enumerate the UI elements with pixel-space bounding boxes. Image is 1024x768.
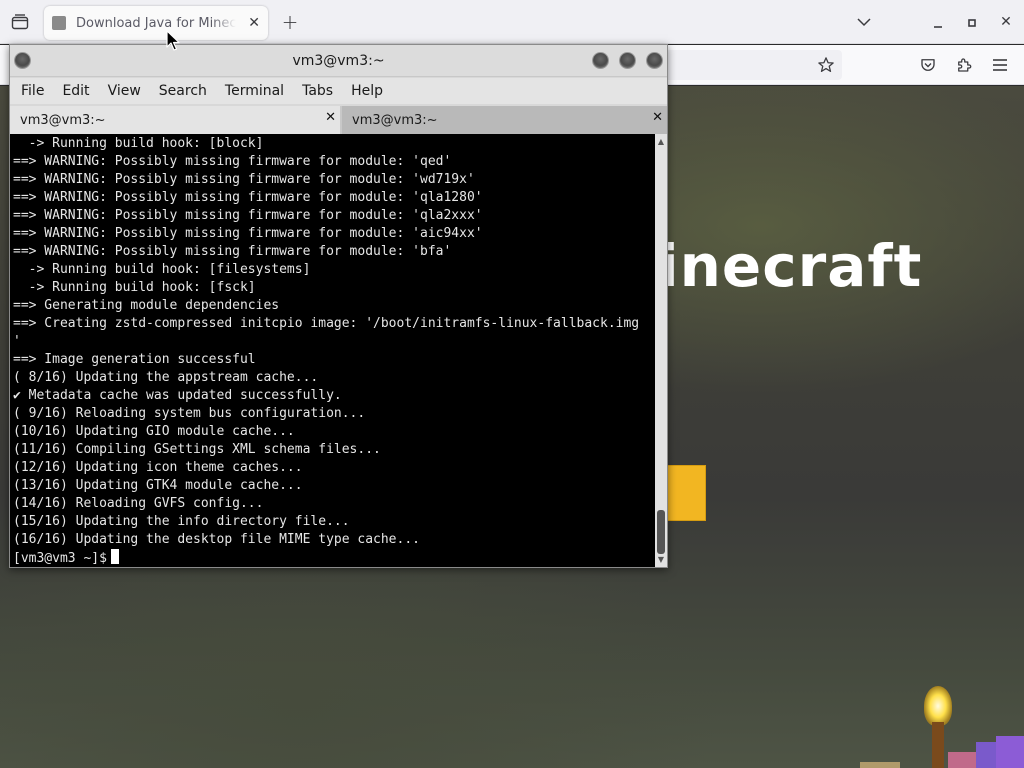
- terminal-line: ==> WARNING: Possibly missing firmware f…: [13, 208, 483, 223]
- menu-terminal[interactable]: Terminal: [225, 83, 284, 99]
- scrollbar-thumb[interactable]: [657, 510, 665, 554]
- terminal-tab[interactable]: vm3@vm3:~ ✕: [10, 106, 340, 134]
- close-icon[interactable]: ✕: [325, 110, 336, 125]
- decorative-block: [996, 736, 1024, 768]
- decorative-block: [948, 752, 978, 768]
- minimize-icon[interactable]: [592, 52, 609, 69]
- terminal-line: ': [13, 334, 21, 349]
- mouse-pointer-icon: [166, 30, 180, 52]
- terminal-tab-bar: vm3@vm3:~ ✕ vm3@vm3:~ ✕: [10, 106, 667, 134]
- terminal-tab-label: vm3@vm3:~: [352, 112, 438, 128]
- browser-tab-bar: Download Java for Minecraft ✕ + ✕: [0, 0, 1024, 44]
- terminal-prompt-line: [vm3@vm3 ~]$: [13, 549, 655, 567]
- terminal-line: ==> WARNING: Possibly missing firmware f…: [13, 154, 452, 169]
- terminal-line: ==> WARNING: Possibly missing firmware f…: [13, 244, 452, 259]
- minecraft-block-icon: [52, 16, 66, 30]
- terminal-line: -> Running build hook: [fsck]: [13, 280, 256, 295]
- menu-view[interactable]: View: [108, 83, 141, 99]
- menu-edit[interactable]: Edit: [62, 83, 89, 99]
- menu-help[interactable]: Help: [351, 83, 383, 99]
- terminal-output[interactable]: -> Running build hook: [block] ==> WARNI…: [10, 134, 655, 567]
- terminal-line: (11/16) Compiling GSettings XML schema f…: [13, 442, 381, 457]
- terminal-line: -> Running build hook: [filesystems]: [13, 262, 311, 277]
- menu-file[interactable]: File: [21, 83, 44, 99]
- new-tab-button[interactable]: +: [278, 10, 302, 34]
- terminal-line: (13/16) Updating GTK4 module cache...: [13, 478, 303, 493]
- terminal-line: (15/16) Updating the info directory file…: [13, 514, 350, 529]
- terminal-title-bar[interactable]: vm3@vm3:~: [10, 45, 667, 77]
- terminal-line: -> Running build hook: [block]: [13, 136, 264, 151]
- terminal-line: ✔ Metadata cache was updated successfull…: [13, 388, 342, 403]
- terminal-line: ==> WARNING: Possibly missing firmware f…: [13, 172, 475, 187]
- menu-search[interactable]: Search: [159, 83, 207, 99]
- star-icon[interactable]: [814, 53, 838, 77]
- terminal-line: (10/16) Updating GIO module cache...: [13, 424, 295, 439]
- browser-tab[interactable]: Download Java for Minecraft ✕: [44, 6, 268, 40]
- terminal-tab-label: vm3@vm3:~: [20, 112, 106, 128]
- close-icon[interactable]: [646, 52, 663, 69]
- terminal-title: vm3@vm3:~: [292, 53, 385, 69]
- close-icon[interactable]: ✕: [652, 110, 663, 125]
- terminal-prompt: [vm3@vm3 ~]$: [13, 551, 107, 566]
- chevron-down-icon[interactable]: [852, 11, 876, 33]
- pocket-icon[interactable]: [916, 53, 940, 77]
- decorative-block: [976, 742, 998, 768]
- puzzle-icon[interactable]: [952, 53, 976, 77]
- terminal-line: (12/16) Updating icon theme caches...: [13, 460, 303, 475]
- scroll-up-icon[interactable]: ▲: [655, 136, 667, 148]
- close-tab-icon[interactable]: ✕: [248, 15, 260, 31]
- terminal-window[interactable]: vm3@vm3:~ File Edit View Search Terminal…: [9, 44, 668, 568]
- terminal-line: ==> WARNING: Possibly missing firmware f…: [13, 190, 483, 205]
- terminal-line: ==> Creating zstd-compressed initcpio im…: [13, 316, 640, 331]
- terminal-line: ( 8/16) Updating the appstream cache...: [13, 370, 319, 385]
- terminal-scrollbar[interactable]: ▲ ▼: [655, 134, 667, 567]
- window-close-button[interactable]: ✕: [994, 10, 1018, 34]
- terminal-tab[interactable]: vm3@vm3:~ ✕: [342, 106, 667, 134]
- terminal-line: ==> Generating module dependencies: [13, 298, 280, 313]
- tab-title: Download Java for Minecraft: [76, 15, 236, 31]
- decorative-block: [860, 762, 900, 768]
- terminal-line: ==> Image generation successful: [13, 352, 256, 367]
- terminal-menu-bar: File Edit View Search Terminal Tabs Help: [10, 78, 667, 104]
- maximize-button[interactable]: [960, 12, 984, 34]
- maximize-icon[interactable]: [619, 52, 636, 69]
- text-cursor: [110, 549, 119, 564]
- terminal-line: ==> WARNING: Possibly missing firmware f…: [13, 226, 483, 241]
- scroll-down-icon[interactable]: ▼: [655, 554, 667, 566]
- terminal-line: (14/16) Reloading GVFS config...: [13, 496, 264, 511]
- hamburger-icon[interactable]: [988, 53, 1012, 77]
- terminal-line: ( 9/16) Reloading system bus configurati…: [13, 406, 366, 421]
- minimize-button[interactable]: [926, 12, 950, 34]
- terminal-line: (16/16) Updating the desktop file MIME t…: [13, 532, 420, 547]
- tab-list-icon[interactable]: [8, 10, 32, 34]
- menu-tabs[interactable]: Tabs: [302, 83, 333, 99]
